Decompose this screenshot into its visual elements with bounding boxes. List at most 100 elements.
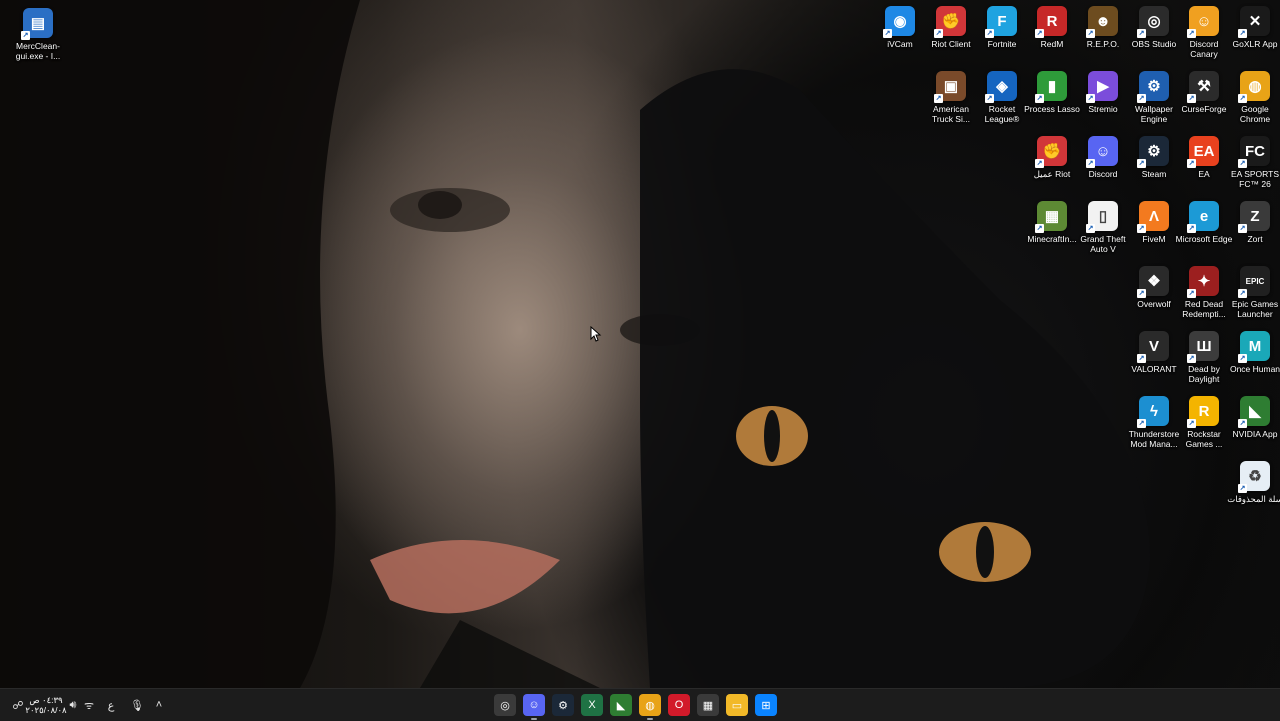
shortcut-arrow-icon: ↗ [883,29,892,38]
shortcut-arrow-icon: ↗ [985,29,994,38]
discord-canary-shortcut[interactable]: ☺ ↗ Discord Canary [1178,6,1230,59]
shortcut-arrow-icon: ↗ [1035,29,1044,38]
taskbar-app-1[interactable]: ◎ [494,694,516,716]
clock-time: ٠٤:٣٩ ص [29,695,63,705]
valorant-icon: V ↗ [1137,331,1169,363]
valorant-shortcut[interactable]: V ↗ VALORANT [1128,331,1180,374]
shortcut-arrow-icon: ↗ [1238,29,1247,38]
shortcut-label: Google Chrome [1239,104,1271,124]
taskbar-chrome[interactable]: ◍ [639,694,661,720]
chevron-up-icon[interactable]: ˄ [148,689,170,721]
wallpaper-engine-shortcut[interactable]: ⚙ ↗ Wallpaper Engine [1128,71,1180,124]
language-indicator[interactable]: ع [96,689,126,721]
stremio-icon: ▶ ↗ [1086,71,1118,103]
mouse-cursor [590,326,602,342]
repo-shortcut[interactable]: ☻ ↗ R.E.P.O. [1077,6,1129,49]
american-truck-shortcut[interactable]: ▣ ↗ American Truck Si... [925,71,977,124]
discord-canary-icon: ☺ ↗ [1187,6,1219,38]
shortcut-label: Discord [1088,169,1118,179]
fortnite-shortcut[interactable]: F ↗ Fortnite [976,6,1028,49]
google-chrome-icon: ◍ ↗ [1238,71,1270,103]
redm-shortcut[interactable]: R ↗ RedM [1026,6,1078,49]
shortcut-arrow-icon: ↗ [1238,484,1247,493]
gta-v-shortcut[interactable]: ▯ ↗ Grand Theft Auto V [1077,201,1129,254]
process-lasso-icon: ▮ ↗ [1035,71,1067,103]
shortcut-arrow-icon: ↗ [1238,419,1247,428]
shortcut-label: RedM [1040,39,1064,49]
ea-shortcut[interactable]: EA ↗ EA [1178,136,1230,179]
discord-shortcut[interactable]: ☺ ↗ Discord [1077,136,1129,179]
shortcut-label: Rockstar Games ... [1185,429,1223,449]
taskbar-nvidia[interactable]: ◣ [610,694,632,716]
shortcut-arrow-icon: ↗ [1137,419,1146,428]
thunderstore-shortcut[interactable]: ϟ ↗ Thunderstore Mod Mana... [1128,396,1180,449]
microsoft-edge-shortcut[interactable]: e ↗ Microsoft Edge [1176,201,1232,244]
taskbar-start[interactable]: ⊞ [755,694,777,716]
shortcut-arrow-icon: ↗ [934,29,943,38]
volume-icon[interactable]: 🔊︎ [64,689,82,721]
process-lasso-shortcut[interactable]: ▮ ↗ Process Lasso [1024,71,1080,114]
shortcut-arrow-icon: ↗ [1137,289,1146,298]
shortcut-arrow-icon: ↗ [1187,419,1196,428]
minecraft-shortcut[interactable]: ▦ ↗ MinecraftIn... [1026,201,1078,244]
shortcut-label: Once Human [1229,364,1280,374]
goxlr-app-icon: ✕ ↗ [1238,6,1270,38]
taskbar-discord[interactable]: ☺ [523,694,545,720]
goxlr-app-shortcut[interactable]: ✕ ↗ GoXLR App [1229,6,1280,49]
shortcut-arrow-icon: ↗ [1086,224,1095,233]
shortcut-arrow-icon: ↗ [1238,159,1247,168]
dead-by-daylight-icon: Ш ↗ [1187,331,1219,363]
overwolf-shortcut[interactable]: ❖ ↗ Overwolf [1128,266,1180,309]
microphone-icon[interactable]: 🎙︎ [126,689,148,721]
clock[interactable]: ٠٤:٣٩ ص ٢٠٢٥/٠٨/٠٨ [25,695,66,715]
stremio-shortcut[interactable]: ▶ ↗ Stremio [1077,71,1129,114]
rockstar-games-shortcut[interactable]: R ↗ Rockstar Games ... [1178,396,1230,449]
shortcut-arrow-icon: ↗ [1187,224,1196,233]
shortcut-label: Zort [1247,234,1263,244]
taskbar-store[interactable]: ▦ [697,694,719,716]
taskbar-explorer[interactable]: ▭ [726,694,748,716]
once-human-shortcut[interactable]: M ↗ Once Human [1229,331,1280,374]
system-tray: ☍ ٠٤:٣٩ ص ٢٠٢٥/٠٨/٠٨ 🔊︎ ᯤ ع 🎙︎ ˄ [8,689,170,721]
shortcut-label: MercClean-gui.exe - I... [15,41,61,61]
taskbar: ☍ ٠٤:٣٩ ص ٢٠٢٥/٠٨/٠٨ 🔊︎ ᯤ ع 🎙︎ ˄ ◎ ☺ ⚙ X ◣ ◍ O… [0,688,1280,721]
curseforge-icon: ⚒ ↗ [1187,71,1219,103]
nvidia-app-icon: ◣ ↗ [1238,396,1270,428]
curseforge-shortcut[interactable]: ⚒ ↗ CurseForge [1178,71,1230,114]
wifi-icon[interactable]: ᯤ [82,689,96,721]
nvidia-app-shortcut[interactable]: ◣ ↗ NVIDIA App [1229,396,1280,439]
riot-arabic-shortcut[interactable]: ✊ ↗ عميل Riot [1026,136,1078,179]
epic-games-shortcut[interactable]: EPIC ↗ Epic Games Launcher [1229,266,1280,319]
shortcut-label: CurseForge [1181,104,1227,114]
taskbar-excel[interactable]: X [581,694,603,716]
taskbar-apps: ◎ ☺ ⚙ X ◣ ◍ O ▦ ▭ ⊞ [494,689,777,721]
fivem-shortcut[interactable]: Λ ↗ FiveM [1128,201,1180,244]
google-chrome-shortcut[interactable]: ◍ ↗ Google Chrome [1229,71,1280,124]
red-dead-shortcut[interactable]: ✦ ↗ Red Dead Redempti... [1178,266,1230,319]
taskbar-steam[interactable]: ⚙ [552,694,574,716]
shortcut-label: Grand Theft Auto V [1080,234,1126,254]
overwolf-icon: ❖ ↗ [1137,266,1169,298]
rocket-league-shortcut[interactable]: ◈ ↗ Rocket League® [976,71,1028,124]
steam-shortcut[interactable]: ⚙ ↗ Steam [1128,136,1180,179]
obs-studio-shortcut[interactable]: ◎ ↗ OBS Studio [1128,6,1180,49]
dead-by-daylight-shortcut[interactable]: Ш ↗ Dead by Daylight [1178,331,1230,384]
rocket-league-icon: ◈ ↗ [985,71,1017,103]
steam-icon: ⚙ ↗ [1137,136,1169,168]
recycle-bin-shortcut[interactable]: ♻ ↗ سلة المحذوفات [1227,461,1280,504]
ivcam-shortcut[interactable]: ◉ ↗ iVCam [874,6,926,49]
zort-shortcut[interactable]: Z ↗ Zort [1229,201,1280,244]
obs-studio-icon: ◎ ↗ [1137,6,1169,38]
ea-sports-fc-shortcut[interactable]: FC ↗ EA SPORTS FC™ 26 [1229,136,1280,189]
shortcut-arrow-icon: ↗ [1035,94,1044,103]
gta-v-icon: ▯ ↗ [1086,201,1118,233]
fortnite-icon: F ↗ [985,6,1017,38]
shortcut-arrow-icon: ↗ [1137,354,1146,363]
thunderstore-icon: ϟ ↗ [1137,396,1169,428]
riot-client-shortcut[interactable]: ✊ ↗ Riot Client [925,6,977,49]
merc-clean-shortcut[interactable]: ▤ ↗ MercClean-gui.exe - I... [12,8,64,61]
discord-icon: ☺ ↗ [1086,136,1118,168]
shortcut-arrow-icon: ↗ [1035,224,1044,233]
epic-games-icon: EPIC ↗ [1238,266,1270,298]
taskbar-opera[interactable]: O [668,694,690,716]
